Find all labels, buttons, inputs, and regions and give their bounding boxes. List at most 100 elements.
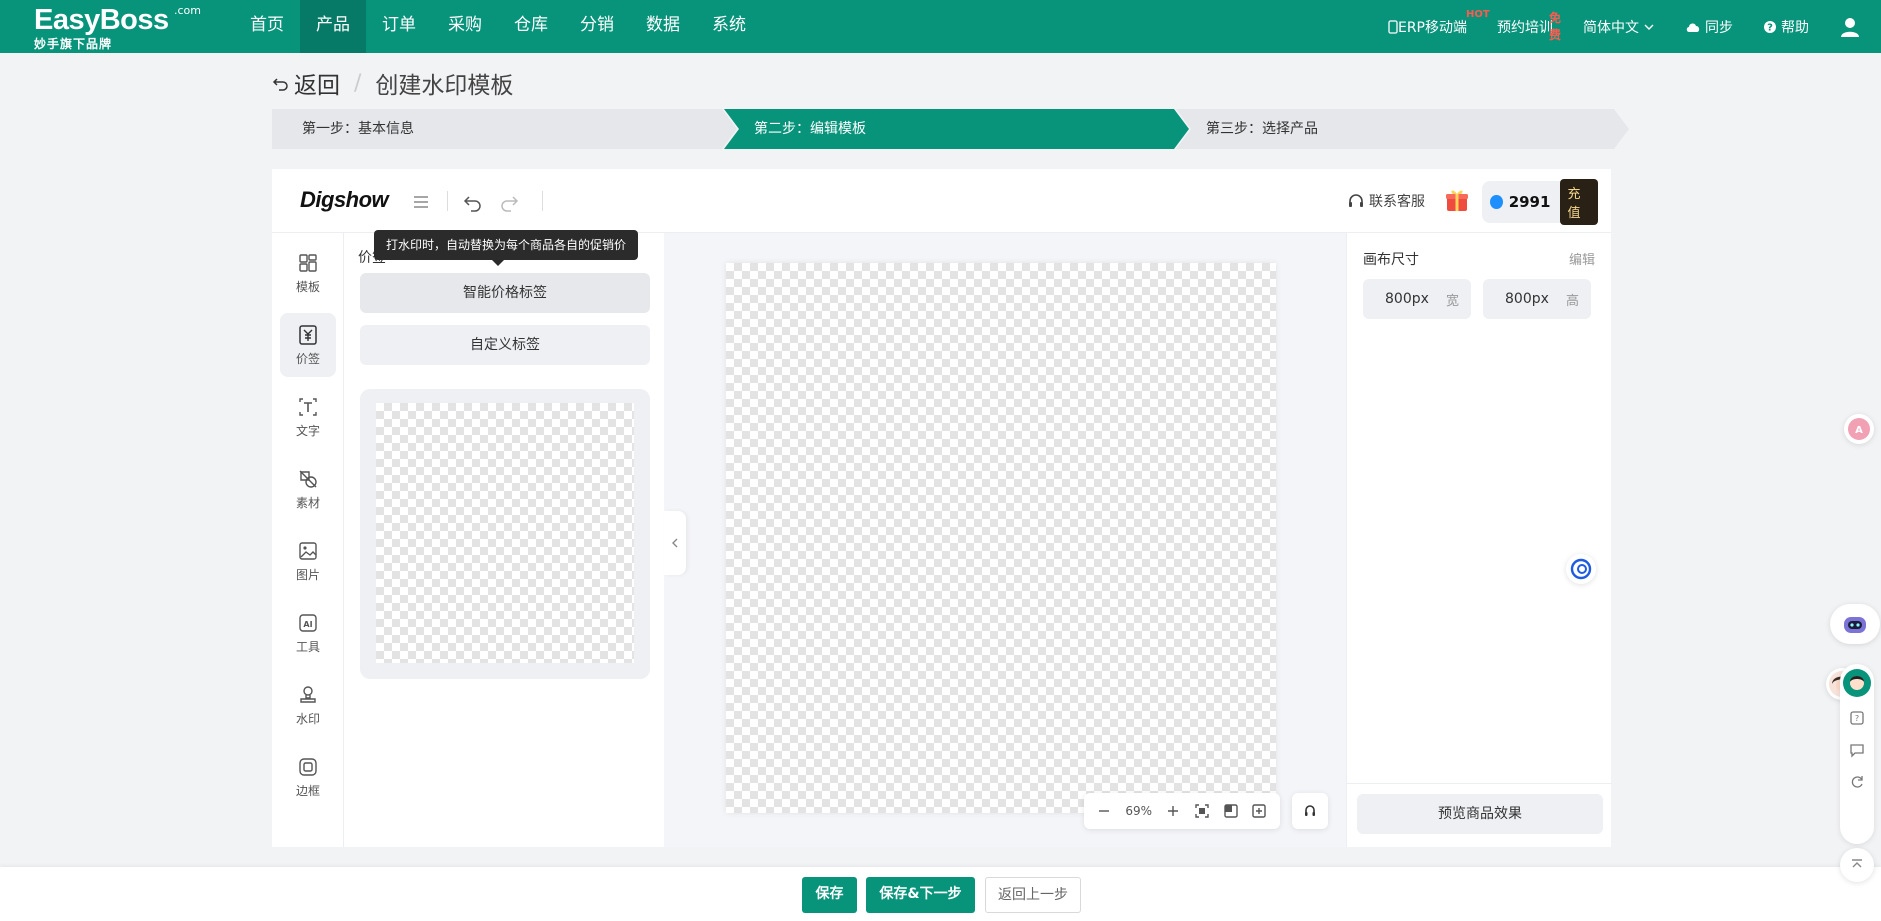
user-icon[interactable] bbox=[1839, 16, 1861, 38]
rail-label: 文字 bbox=[295, 423, 320, 438]
contact-label: 联系客服 bbox=[1369, 194, 1425, 210]
gift-icon[interactable] bbox=[1444, 187, 1470, 213]
faq-icon[interactable]: ? bbox=[1849, 710, 1865, 726]
assistant-float-button[interactable] bbox=[1566, 554, 1596, 584]
chevron-left-icon bbox=[672, 538, 678, 548]
canvas-width-field[interactable]: 800px 宽 bbox=[1363, 279, 1471, 319]
rail-item-template[interactable]: 模板 bbox=[280, 241, 336, 305]
nav-item-distribution[interactable]: 分销 bbox=[564, 0, 630, 53]
translate-float-button[interactable]: A bbox=[1844, 414, 1874, 444]
help-button[interactable]: ? 帮助 bbox=[1763, 17, 1809, 37]
message-icon[interactable] bbox=[1849, 742, 1865, 758]
rotate-button[interactable] bbox=[1292, 793, 1328, 829]
rail-item-ai-tool[interactable]: AI 工具 bbox=[280, 601, 336, 665]
nav-item-home[interactable]: 首页 bbox=[234, 0, 300, 53]
zoom-in-icon[interactable] bbox=[1165, 803, 1181, 819]
redo-icon[interactable] bbox=[498, 191, 520, 213]
language-label: 简体中文 bbox=[1583, 19, 1639, 36]
headset-icon bbox=[1349, 194, 1363, 207]
svg-text:?: ? bbox=[1855, 714, 1859, 723]
rail-label: 素材 bbox=[295, 495, 320, 510]
training-link[interactable]: 预约培训 免费 bbox=[1497, 11, 1561, 42]
easyboss-logo[interactable]: EasyBoss .com 妙手旗下品牌 bbox=[34, 4, 201, 52]
rail-label: 模板 bbox=[295, 279, 320, 294]
height-value: 800px bbox=[1505, 291, 1549, 307]
canvas-area: 69% bbox=[664, 233, 1346, 847]
center-icon[interactable] bbox=[1251, 803, 1267, 819]
robot-icon bbox=[1844, 617, 1866, 633]
layer-icon[interactable] bbox=[1223, 803, 1239, 819]
undo-icon[interactable] bbox=[462, 191, 484, 213]
rail-item-border[interactable]: 边框 bbox=[280, 745, 336, 809]
recharge-button[interactable]: 充值 bbox=[1560, 179, 1598, 225]
svg-text:AI: AI bbox=[303, 620, 312, 629]
rail-item-material[interactable]: 素材 bbox=[280, 457, 336, 521]
translate-icon: A bbox=[1848, 418, 1870, 440]
logo-subtitle: 妙手旗下品牌 bbox=[34, 37, 113, 51]
width-unit: 宽 bbox=[1445, 293, 1459, 309]
logo-com: .com bbox=[174, 4, 201, 17]
rail-label: 工具 bbox=[295, 639, 320, 654]
fit-screen-icon[interactable] bbox=[1194, 803, 1210, 819]
back-to-top-button[interactable] bbox=[1840, 848, 1874, 882]
nav-item-product[interactable]: 产品 bbox=[300, 0, 366, 53]
nav-item-purchase[interactable]: 采购 bbox=[432, 0, 498, 53]
footer-action-bar: 保存 保存&下一步 返回上一步 bbox=[0, 867, 1881, 921]
svg-text:?: ? bbox=[1767, 22, 1773, 33]
contact-support-button[interactable]: 联系客服 bbox=[1347, 191, 1425, 211]
zoom-out-icon[interactable] bbox=[1096, 803, 1112, 819]
rotate-icon bbox=[1305, 805, 1315, 816]
right-panel-footer: 预览商品效果 bbox=[1347, 783, 1612, 847]
tooltip: 打水印时，自动替换为每个商品各自的促销价 bbox=[374, 230, 639, 266]
rail-label: 价签 bbox=[295, 351, 320, 366]
credit-count: 2991 bbox=[1508, 193, 1551, 211]
material-icon bbox=[299, 470, 317, 488]
design-canvas[interactable] bbox=[726, 263, 1276, 813]
price-tag-panel: 价签 智能价格标签 自定义标签 bbox=[344, 233, 664, 847]
nav-item-system[interactable]: 系统 bbox=[696, 0, 762, 53]
back-previous-button[interactable]: 返回上一步 bbox=[985, 877, 1081, 913]
refresh-icon[interactable] bbox=[1849, 774, 1865, 790]
hot-badge: HOT bbox=[1465, 8, 1490, 20]
rail-item-image[interactable]: 图片 bbox=[280, 529, 336, 593]
service-agent-icon[interactable] bbox=[1842, 668, 1872, 698]
menu-icon[interactable] bbox=[410, 191, 432, 213]
collapse-panel-button[interactable] bbox=[664, 511, 686, 575]
rail-item-text[interactable]: 文字 bbox=[280, 385, 336, 449]
watermark-editor: Digshow 联系客服 2991 充值 模板 价签 文字 素材 图片 AI 工… bbox=[272, 169, 1612, 847]
svg-text:A: A bbox=[1855, 425, 1863, 436]
save-button[interactable]: 保存 bbox=[802, 877, 857, 913]
digshow-logo: Digshow bbox=[300, 187, 389, 212]
nav-item-data[interactable]: 数据 bbox=[630, 0, 696, 53]
rail-item-price-tag[interactable]: 价签 bbox=[280, 313, 336, 377]
language-select[interactable]: 简体中文 bbox=[1583, 17, 1655, 37]
preview-product-button[interactable]: 预览商品效果 bbox=[1357, 794, 1603, 834]
edit-canvas-size-link[interactable]: 编辑 bbox=[1569, 249, 1595, 268]
erp-mobile-link[interactable]: ERP移动端 HOT bbox=[1388, 9, 1490, 37]
nav-item-order[interactable]: 订单 bbox=[366, 0, 432, 53]
canvas-height-field[interactable]: 800px 高 bbox=[1483, 279, 1591, 319]
smart-price-tag-button[interactable]: 智能价格标签 bbox=[360, 273, 650, 313]
text-icon bbox=[299, 397, 317, 416]
robot-float-button[interactable] bbox=[1830, 604, 1880, 644]
back-link[interactable]: 返回 bbox=[294, 66, 340, 100]
step-select-product: 第三步：选择产品 bbox=[1176, 109, 1629, 149]
rail-label: 水印 bbox=[295, 711, 320, 726]
cloud-icon bbox=[1686, 22, 1700, 32]
page-title: 创建水印模板 bbox=[375, 73, 514, 99]
free-badge: 免费 bbox=[1549, 10, 1562, 42]
top-navbar: EasyBoss .com 妙手旗下品牌 首页 产品 订单 采购 仓库 分销 数… bbox=[0, 0, 1881, 53]
nav-right: ERP移动端 HOT 预约培训 免费 简体中文 同步 ? 帮助 bbox=[1388, 0, 1881, 53]
step-progress: 第一步：基本信息 第二步：编辑模板 第三步：选择产品 bbox=[272, 109, 1629, 149]
nav-item-warehouse[interactable]: 仓库 bbox=[498, 0, 564, 53]
custom-tag-button[interactable]: 自定义标签 bbox=[360, 325, 650, 365]
zoom-level: 69% bbox=[1125, 804, 1152, 818]
rail-label: 图片 bbox=[295, 567, 320, 582]
save-next-button[interactable]: 保存&下一步 bbox=[866, 877, 975, 913]
sync-button[interactable]: 同步 bbox=[1685, 17, 1733, 37]
step-edit-template: 第二步：编辑模板 bbox=[724, 109, 1189, 149]
service-toolbar: ? bbox=[1840, 664, 1874, 844]
sync-label: 同步 bbox=[1705, 19, 1733, 36]
back-icon[interactable] bbox=[272, 74, 290, 92]
rail-item-watermark[interactable]: 水印 bbox=[280, 673, 336, 737]
